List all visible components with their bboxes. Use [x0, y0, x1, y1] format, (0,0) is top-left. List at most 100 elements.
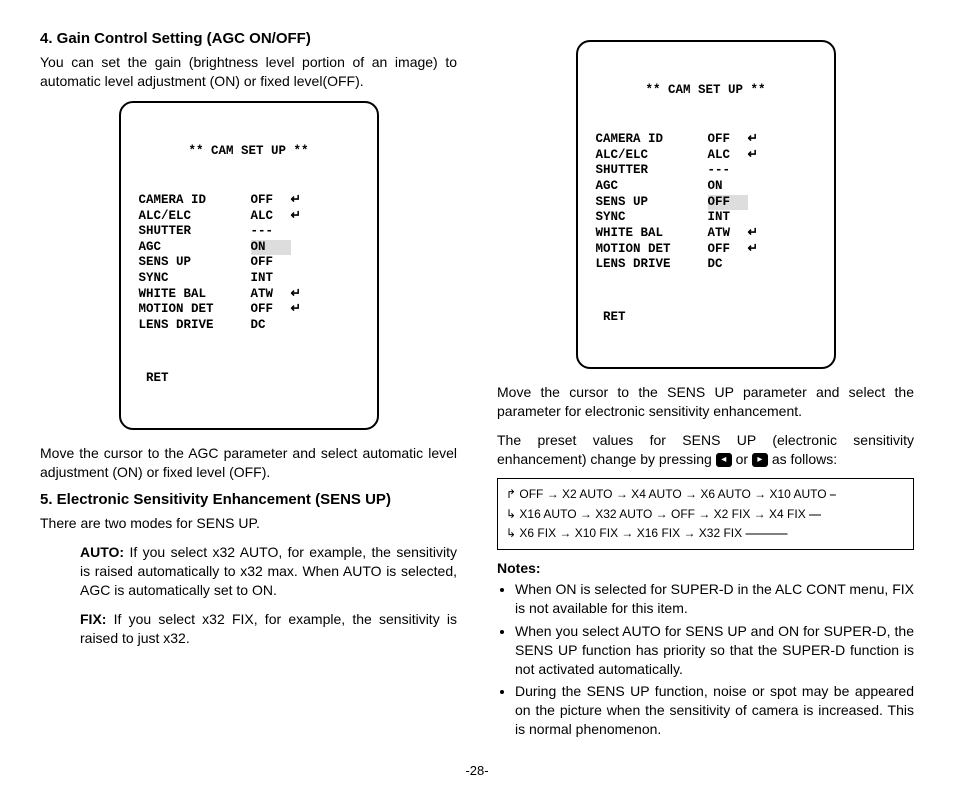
menu-row: WHITE BALATW↵	[139, 287, 359, 303]
menu-param-label: ALC/ELC	[596, 148, 708, 164]
left-button-icon: ◂	[716, 453, 732, 467]
menu-mark-icon: ↵	[748, 132, 768, 148]
menu-row: WHITE BALATW↵	[596, 226, 816, 242]
menu-mark-icon	[748, 257, 768, 273]
menu-row: AGCON	[596, 179, 816, 195]
right-button-icon: ▸	[752, 453, 768, 467]
menu-param-label: WHITE BAL	[596, 226, 708, 242]
left-column: 4. Gain Control Setting (AGC ON/OFF) You…	[40, 30, 457, 743]
menu-param-value: ON	[251, 240, 291, 256]
cam-setup-menu-agc: ** CAM SET UP ** CAMERA IDOFF↵ALC/ELCALC…	[119, 101, 379, 430]
menu-mark-icon	[291, 271, 311, 287]
menu-param-value: INT	[251, 271, 291, 287]
menu-param-label: SHUTTER	[139, 224, 251, 240]
menu-param-value: ATW	[251, 287, 291, 303]
section4-post: Move the cursor to the AGC parameter and…	[40, 444, 457, 482]
auto-label: AUTO:	[80, 544, 124, 560]
menu-param-label: WHITE BAL	[139, 287, 251, 303]
menu-param-value: INT	[708, 210, 748, 226]
menu-mark-icon	[291, 240, 311, 256]
menu-mark-icon: ↵	[291, 302, 311, 318]
menu-param-value: OFF	[708, 132, 748, 148]
menu-mark-icon: ↵	[748, 148, 768, 164]
menu-param-value: ON	[708, 179, 748, 195]
menu-mark-icon: ↵	[291, 193, 311, 209]
menu-param-label: MOTION DET	[596, 242, 708, 258]
menu-mark-icon: ↵	[291, 287, 311, 303]
menu-param-value: ALC	[251, 209, 291, 225]
menu-param-label: CAMERA ID	[596, 132, 708, 148]
menu-mark-icon	[748, 195, 768, 211]
menu-mark-icon: ↵	[748, 226, 768, 242]
menu-row: CAMERA IDOFF↵	[139, 193, 359, 209]
menu-param-value: OFF	[251, 302, 291, 318]
menu-param-label: LENS DRIVE	[139, 318, 251, 334]
menu-mark-icon	[291, 318, 311, 334]
section4-intro: You can set the gain (brightness level p…	[40, 53, 457, 91]
menu-param-value: ALC	[708, 148, 748, 164]
menu-row: SYNCINT	[596, 210, 816, 226]
section5-heading: 5. Electronic Sensitivity Enhancement (S…	[40, 491, 457, 508]
fix-desc: FIX: If you select x32 FIX, for example,…	[80, 610, 457, 648]
menu-mark-icon	[748, 179, 768, 195]
sensup-para1: Move the cursor to the SENS UP parameter…	[497, 383, 914, 421]
sensup-value-flow: ↱ OFF → X2 AUTO → X4 AUTO → X6 AUTO → X1…	[497, 478, 914, 550]
menu-param-label: ALC/ELC	[139, 209, 251, 225]
right-column: ** CAM SET UP ** CAMERA IDOFF↵ALC/ELCALC…	[497, 30, 914, 743]
mode-descriptions: AUTO: If you select x32 AUTO, for exampl…	[80, 543, 457, 647]
menu-param-value: ATW	[708, 226, 748, 242]
menu-param-value: ---	[251, 224, 291, 240]
menu-row: LENS DRIVEDC	[596, 257, 816, 273]
menu-param-value: DC	[708, 257, 748, 273]
menu-param-label: AGC	[139, 240, 251, 256]
page-columns: 4. Gain Control Setting (AGC ON/OFF) You…	[40, 30, 914, 743]
notes-heading: Notes:	[497, 560, 914, 576]
menu-param-value: OFF	[251, 193, 291, 209]
auto-desc: AUTO: If you select x32 AUTO, for exampl…	[80, 543, 457, 600]
menu-row: LENS DRIVEDC	[139, 318, 359, 334]
menu-param-label: CAMERA ID	[139, 193, 251, 209]
menu-param-label: LENS DRIVE	[596, 257, 708, 273]
menu-row: SHUTTER---	[139, 224, 359, 240]
menu-param-value: OFF	[708, 195, 748, 211]
menu-row: CAMERA IDOFF↵	[596, 132, 816, 148]
menu-mark-icon	[291, 224, 311, 240]
menu-row: SENS UPOFF	[139, 255, 359, 271]
fix-label: FIX:	[80, 611, 106, 627]
menu-title: ** CAM SET UP **	[596, 83, 816, 99]
menu-row: MOTION DETOFF↵	[596, 242, 816, 258]
notes-list: When ON is selected for SUPER-D in the A…	[515, 580, 914, 739]
menu-row: SENS UPOFF	[596, 195, 816, 211]
menu-row: ALC/ELCALC↵	[596, 148, 816, 164]
cam-setup-menu-sensup: ** CAM SET UP ** CAMERA IDOFF↵ALC/ELCALC…	[576, 40, 836, 369]
menu-param-label: SHUTTER	[596, 163, 708, 179]
flow-row-2: ↳ X16 AUTO → X32 AUTO → OFF → X2 FIX → X…	[506, 505, 905, 524]
note-item: When you select AUTO for SENS UP and ON …	[515, 622, 914, 679]
page-number: -28-	[40, 763, 914, 778]
flow-row-1: ↱ OFF → X2 AUTO → X4 AUTO → X6 AUTO → X1…	[506, 485, 905, 504]
sensup-para2: The preset values for SENS UP (electroni…	[497, 431, 914, 469]
note-item: When ON is selected for SUPER-D in the A…	[515, 580, 914, 618]
auto-text: If you select x32 AUTO, for example, the…	[80, 544, 457, 598]
menu-param-label: SYNC	[596, 210, 708, 226]
menu-param-value: DC	[251, 318, 291, 334]
menu-ret: RET	[139, 371, 359, 387]
menu-mark-icon: ↵	[291, 209, 311, 225]
menu-row: SYNCINT	[139, 271, 359, 287]
note-item: During the SENS UP function, noise or sp…	[515, 682, 914, 739]
menu-param-label: SYNC	[139, 271, 251, 287]
menu-param-value: OFF	[708, 242, 748, 258]
menu-param-label: SENS UP	[596, 195, 708, 211]
menu-param-label: MOTION DET	[139, 302, 251, 318]
section4-heading: 4. Gain Control Setting (AGC ON/OFF)	[40, 30, 457, 47]
menu-row: MOTION DETOFF↵	[139, 302, 359, 318]
menu-row: ALC/ELCALC↵	[139, 209, 359, 225]
menu-row: AGCON	[139, 240, 359, 256]
section5-intro: There are two modes for SENS UP.	[40, 514, 457, 533]
menu-mark-icon	[748, 210, 768, 226]
menu-param-value: OFF	[251, 255, 291, 271]
menu-mark-icon: ↵	[748, 242, 768, 258]
menu-mark-icon	[291, 255, 311, 271]
menu-ret: RET	[596, 310, 816, 326]
menu-mark-icon	[748, 163, 768, 179]
